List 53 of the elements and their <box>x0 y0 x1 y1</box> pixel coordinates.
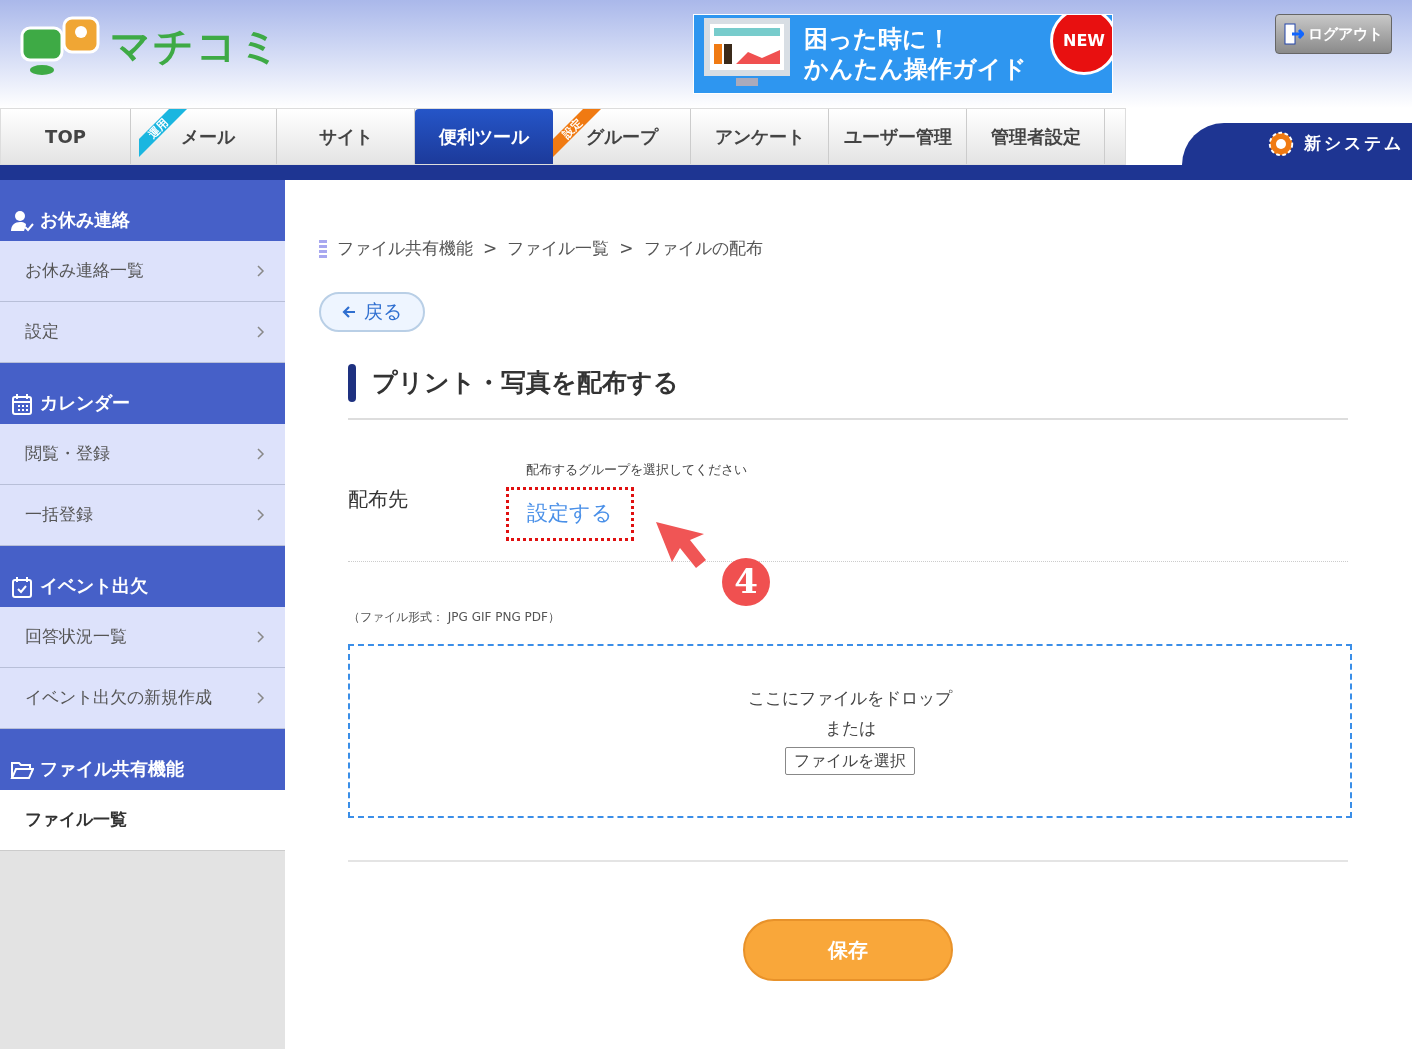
format-note: （ファイル形式： JPG GIF PNG PDF） <box>348 608 561 626</box>
banner-text: 困った時に！ <box>804 24 952 54</box>
page-title: プリント・写真を配布する <box>372 366 679 399</box>
user-check-icon <box>10 209 34 233</box>
nav-tab[interactable]: 運用 メール <box>139 109 277 164</box>
chevron-right-icon <box>257 692 265 704</box>
chevron-right-icon <box>257 448 265 460</box>
title-accent-bar <box>348 363 356 402</box>
grip-icon <box>319 239 327 258</box>
chevron-right-icon <box>257 631 265 643</box>
nav-tab[interactable]: 管理者設定 <box>967 109 1105 164</box>
gear-icon <box>1266 129 1296 159</box>
guide-banner[interactable]: 困った時に！ かんたん操作ガイド NEW <box>693 14 1113 94</box>
new-system-tab[interactable]: 新システム <box>1182 123 1412 165</box>
hint-text: 配布するグループを選択してください <box>526 460 747 479</box>
nav-tab[interactable]: アンケート <box>691 109 829 164</box>
arrow-left-icon <box>342 304 356 319</box>
breadcrumb-link[interactable]: ファイル一覧 <box>507 236 610 262</box>
sidebar-item[interactable]: 回答状況一覧 <box>0 607 285 668</box>
chevron-right-icon <box>257 509 265 521</box>
file-dropzone[interactable]: ここにファイルをドロップ または ファイルを選択 <box>348 643 1352 818</box>
back-button[interactable]: 戻る <box>319 291 425 332</box>
field-label: 配布先 <box>348 485 409 513</box>
sidebar-item[interactable]: イベント出欠の新規作成 <box>0 668 285 729</box>
sidebar-section-header: お休み連絡 <box>0 180 285 241</box>
calendar-check-icon <box>10 575 34 599</box>
sidebar-item[interactable]: お休み連絡一覧 <box>0 241 285 302</box>
sidebar-section-header: ファイル共有機能 <box>0 729 285 790</box>
nav-tab[interactable]: TOP <box>1 109 131 164</box>
logo-icon <box>20 14 102 78</box>
nav-tab[interactable]: 設定 グループ <box>553 109 691 164</box>
dropzone-text: ここにファイルをドロップ <box>748 687 952 710</box>
new-badge: NEW <box>1050 15 1112 75</box>
sidebar-item[interactable]: 閲覧・登録 <box>0 424 285 485</box>
calendar-icon <box>10 392 34 416</box>
dropzone-text: または <box>824 716 876 740</box>
banner-text: かんたん操作ガイド <box>804 54 1027 84</box>
sidebar-item[interactable]: 設定 <box>0 302 285 363</box>
sidebar-section-header: イベント出欠 <box>0 546 285 607</box>
sidebar-item[interactable]: 一括登録 <box>0 485 285 546</box>
sidebar-item[interactable]: ファイル一覧 <box>0 790 285 851</box>
breadcrumb-separator: > <box>619 237 634 260</box>
sidebar-section-header: カレンダー <box>0 363 285 424</box>
step-marker: 4 <box>722 557 770 606</box>
exit-door-icon <box>1284 23 1304 45</box>
chevron-right-icon <box>257 265 265 277</box>
nav-tab[interactable]: 便利ツール <box>415 109 553 164</box>
chevron-right-icon <box>257 326 265 338</box>
file-select-button[interactable]: ファイルを選択 <box>785 747 915 775</box>
breadcrumb-separator: > <box>483 237 498 260</box>
logo: マチコミ <box>20 14 282 78</box>
breadcrumb-link[interactable]: ファイル共有機能 <box>337 236 473 262</box>
nav-tab[interactable]: ユーザー管理 <box>829 109 967 164</box>
